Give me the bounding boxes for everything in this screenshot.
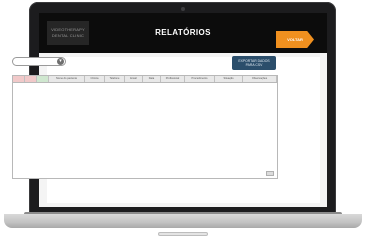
column-header[interactable]: Clínica — [85, 76, 105, 82]
column-header[interactable] — [13, 76, 25, 82]
column-header[interactable] — [37, 76, 49, 82]
column-header[interactable]: Data — [143, 76, 161, 82]
webcam-icon — [181, 7, 185, 11]
table-scroll-button[interactable] — [266, 171, 274, 176]
export-csv-button[interactable]: EXPORTAR DADOS PARA CSV — [232, 56, 276, 70]
column-header[interactable]: Telefone — [105, 76, 125, 82]
laptop-notch — [158, 232, 208, 236]
column-header[interactable]: Profissional — [161, 76, 185, 82]
table-header: Nome do paciente Clínica Telefone Email … — [13, 76, 277, 83]
back-button[interactable]: VOLTAR — [276, 31, 314, 48]
column-header[interactable]: Situação — [215, 76, 243, 82]
column-header[interactable] — [25, 76, 37, 82]
column-header[interactable]: Nome do paciente — [49, 76, 85, 82]
top-bar: VIDEOTHERAPY DENTAL CLINIC RELATÓRIOS VO… — [39, 13, 327, 53]
laptop-base — [4, 214, 362, 228]
column-header[interactable]: Email — [125, 76, 143, 82]
report-table: Nome do paciente Clínica Telefone Email … — [12, 75, 278, 179]
column-header[interactable]: Observações — [243, 76, 277, 82]
column-header[interactable]: Procedimento — [185, 76, 215, 82]
filter-select[interactable]: ▾ — [12, 57, 66, 66]
chevron-down-icon[interactable]: ▾ — [57, 58, 64, 65]
export-label-line-2: PARA CSV — [245, 63, 263, 67]
